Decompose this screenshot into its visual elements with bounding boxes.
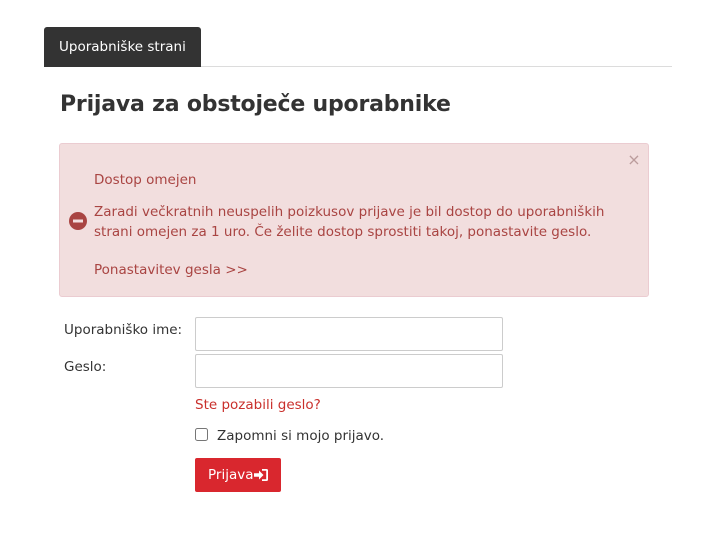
sign-in-icon bbox=[254, 469, 268, 481]
username-input[interactable] bbox=[195, 317, 503, 351]
access-restricted-alert: × Dostop omejen Zaradi večkratnih neuspe… bbox=[59, 143, 649, 297]
alert-title: Dostop omejen bbox=[94, 172, 197, 188]
password-input[interactable] bbox=[195, 354, 503, 388]
page-title: Prijava za obstoječe uporabnike bbox=[60, 92, 451, 117]
forgot-password-link[interactable]: Ste pozabili geslo? bbox=[195, 397, 321, 413]
username-label: Uporabniško ime: bbox=[64, 322, 183, 338]
reset-password-link[interactable]: Ponastavitev gesla >> bbox=[94, 262, 248, 278]
remember-me-checkbox[interactable] bbox=[195, 428, 208, 441]
alert-message: Zaradi večkratnih neuspelih poizkusov pr… bbox=[94, 204, 605, 240]
login-button[interactable]: Prijava bbox=[195, 458, 281, 492]
login-button-label: Prijava bbox=[208, 467, 254, 483]
tab-bar: Uporabniške strani bbox=[44, 27, 672, 67]
password-label: Geslo: bbox=[64, 359, 107, 375]
minus-circle-icon bbox=[69, 212, 87, 230]
tab-user-pages[interactable]: Uporabniške strani bbox=[44, 27, 201, 67]
remember-me-label[interactable]: Zapomni si mojo prijavo. bbox=[217, 428, 384, 444]
close-icon[interactable]: × bbox=[626, 150, 642, 170]
